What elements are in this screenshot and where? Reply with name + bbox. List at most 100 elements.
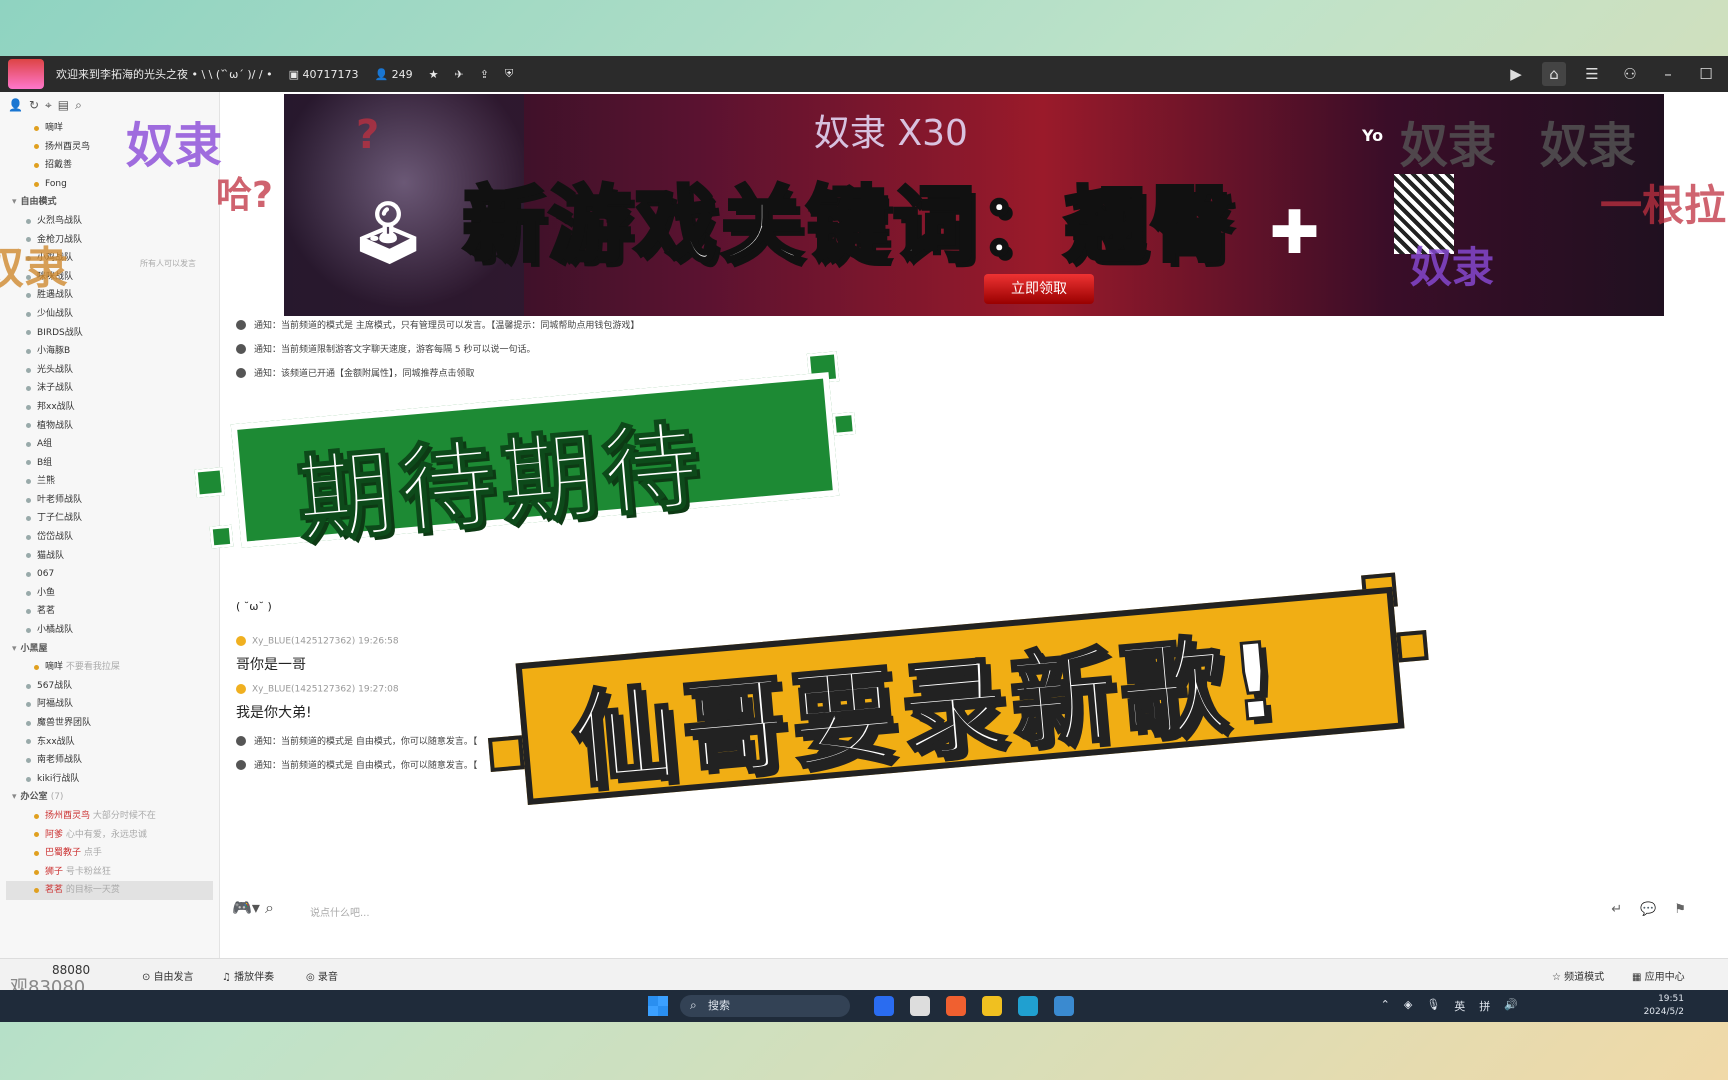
start-icon[interactable]	[648, 996, 668, 1016]
sub-channel[interactable]: 小橘战队	[6, 621, 213, 640]
app-center-button[interactable]: ▦ 应用中心	[1632, 968, 1685, 983]
banner-brand: Yo	[1362, 126, 1384, 145]
sub-channel[interactable]: 叶老师战队	[6, 491, 213, 510]
play-music-button[interactable]: ♫ 播放伴奏	[222, 968, 274, 983]
sub-channel[interactable]: A组	[6, 435, 213, 454]
sub-channel[interactable]: 沫子战队	[6, 379, 213, 398]
notice-text: 通知：当前频道的模式是 自由模式，你可以随意发言。【	[254, 737, 478, 747]
os-taskbar: 搜索 ⌕ ⌃ ◈ 🎙 英 拼 🔊 19:51 2024/5/2	[0, 990, 1728, 1022]
sub-channel[interactable]: 阿福战队	[6, 695, 213, 714]
sub-channel[interactable]: 植物战队	[6, 417, 213, 436]
sub-channel[interactable]: 岱岱战队	[6, 528, 213, 547]
member-item[interactable]: 扬州酉灵鸟 大部分时候不在	[6, 807, 213, 826]
sub-channel[interactable]: 小海豚B	[6, 342, 213, 361]
sub-channel-label: 丁子仁战队	[37, 513, 83, 524]
user-icon[interactable]: 👤	[8, 98, 23, 113]
enter-icon[interactable]: ↵	[1611, 902, 1622, 917]
channel-group[interactable]: 自由模式	[6, 193, 213, 212]
refresh-icon[interactable]: ↻	[29, 98, 39, 113]
gamepad-icon[interactable]: ⚇	[1618, 62, 1642, 86]
chat-input[interactable]: 说点什么吧...	[310, 904, 370, 919]
plane-icon[interactable]: ✈	[455, 68, 464, 81]
channel-group[interactable]: 小黑屋	[6, 640, 213, 659]
search-icon[interactable]: ⌕	[75, 98, 82, 113]
channel-icon	[26, 516, 31, 522]
channel-group[interactable]: 办公室 (7)	[6, 788, 213, 807]
chevron-up-icon[interactable]: ⌃	[1381, 998, 1390, 1014]
channel-avatar[interactable]	[8, 59, 44, 89]
maximize-icon[interactable]: ☐	[1694, 62, 1718, 86]
chat-bubble-icon[interactable]: 💬	[1640, 902, 1656, 917]
member-item[interactable]: 巴蜀教子 点手	[6, 844, 213, 863]
sub-channel[interactable]: 兰熊	[6, 472, 213, 491]
ime-indicator[interactable]: 拼	[1479, 998, 1490, 1014]
minimize-icon[interactable]: –	[1656, 62, 1680, 86]
member-item[interactable]: Fong	[6, 175, 213, 194]
share-icon[interactable]: ⇪	[480, 68, 489, 81]
app-icon[interactable]	[1054, 996, 1074, 1016]
channel-mode-button[interactable]: ☆ 频道模式	[1552, 968, 1604, 983]
taskbar-search[interactable]: 搜索	[680, 995, 850, 1017]
info-icon	[236, 367, 246, 378]
sub-channel[interactable]: 茗茗	[6, 602, 213, 621]
emote-text: ( ˘ω˘ )	[236, 600, 272, 613]
sub-channel[interactable]: 东xx战队	[6, 733, 213, 752]
video-icon[interactable]: ▶	[1504, 62, 1528, 86]
app-icon[interactable]	[946, 996, 966, 1016]
claim-button[interactable]: 立即领取	[984, 274, 1094, 304]
sub-channel[interactable]: 丁子仁战队	[6, 509, 213, 528]
star-icon[interactable]: ★	[429, 68, 439, 81]
member-name: 嘀咩	[45, 662, 64, 673]
channel-sidebar: 👤 ↻ ⌖ ▤ ⌕ 嘀咩 扬州酉灵鸟 招戴善 Fong 自由模式 火烈鸟战队 金…	[0, 92, 220, 960]
member-item[interactable]: 阿爹 心中有爱，永远忠诚	[6, 826, 213, 845]
notice-row: 通知：当前频道的模式是 自由模式，你可以随意发言。【	[236, 734, 477, 747]
sub-channel[interactable]: 邦xx战队	[6, 398, 213, 417]
lang-indicator[interactable]: 英	[1454, 998, 1465, 1014]
app-icon[interactable]	[1018, 996, 1038, 1016]
member-avatar	[34, 665, 39, 671]
sub-channel[interactable]: 567战队	[6, 677, 213, 696]
app-icon[interactable]	[874, 996, 894, 1016]
sub-channel-label: 小鱼	[37, 587, 56, 598]
member-note: 号卡粉丝狂	[65, 866, 111, 877]
user-avatar	[236, 684, 246, 694]
gamepad-icon[interactable]: 🎮▾ ⌕	[232, 898, 274, 918]
clock[interactable]: 19:51 2024/5/2	[1644, 993, 1684, 1019]
sub-channel[interactable]: 魔兽世界团队	[6, 714, 213, 733]
flag-icon[interactable]: ⚑	[1674, 902, 1686, 917]
sub-channel-label: 兰熊	[37, 476, 56, 487]
record-button[interactable]: ◎ 录音	[306, 968, 338, 983]
sub-channel-label: A组	[37, 439, 53, 450]
member-avatar	[34, 888, 39, 894]
home-icon[interactable]: ⌂	[1542, 62, 1566, 86]
member-item[interactable]: 嘀咩 不要看我拉屎	[6, 658, 213, 677]
location-icon[interactable]: ⌖	[45, 98, 52, 113]
shield-icon[interactable]: ⛨	[505, 67, 513, 81]
sub-channel[interactable]: 光头战队	[6, 361, 213, 380]
app-icon[interactable]	[910, 996, 930, 1016]
member-avatar	[34, 813, 39, 819]
free-speak-button[interactable]: ⊙ 自由发言	[142, 968, 194, 983]
danmaku-text: ?	[356, 112, 380, 158]
sub-channel[interactable]: 猫战队	[6, 547, 213, 566]
sub-channel[interactable]: 南老师战队	[6, 751, 213, 770]
sub-channel[interactable]: BIRDS战队	[6, 324, 213, 343]
mic-icon[interactable]: 🎙	[1426, 998, 1440, 1014]
sub-channel[interactable]: 少仙战队	[6, 305, 213, 324]
app-icon[interactable]	[982, 996, 1002, 1016]
bottom-toolbar: 观83080 88080 ⊙ 自由发言 ♫ 播放伴奏 ◎ 录音 ☆ 频道模式 ▦…	[0, 958, 1728, 998]
sub-channel[interactable]: 火烈鸟战队	[6, 212, 213, 231]
sub-channel[interactable]: 小鱼	[6, 584, 213, 603]
sub-channel[interactable]: 067	[6, 565, 213, 584]
member-item[interactable]: 狮子 号卡粉丝狂	[6, 863, 213, 882]
list-icon[interactable]: ☰	[1580, 62, 1604, 86]
online-count-value: 249	[391, 67, 413, 81]
notebook-icon[interactable]: ▤	[58, 98, 69, 113]
member-item[interactable]: 茗茗 的目标一天赏	[6, 881, 213, 900]
clock-date: 2024/5/2	[1643, 1007, 1684, 1017]
volume-icon[interactable]: 🔊	[1504, 998, 1518, 1014]
sub-channel[interactable]: kiki行战队	[6, 770, 213, 789]
sub-channel-label: 067	[37, 569, 55, 580]
sub-channel[interactable]: B组	[6, 454, 213, 473]
network-icon[interactable]: ◈	[1404, 998, 1412, 1014]
